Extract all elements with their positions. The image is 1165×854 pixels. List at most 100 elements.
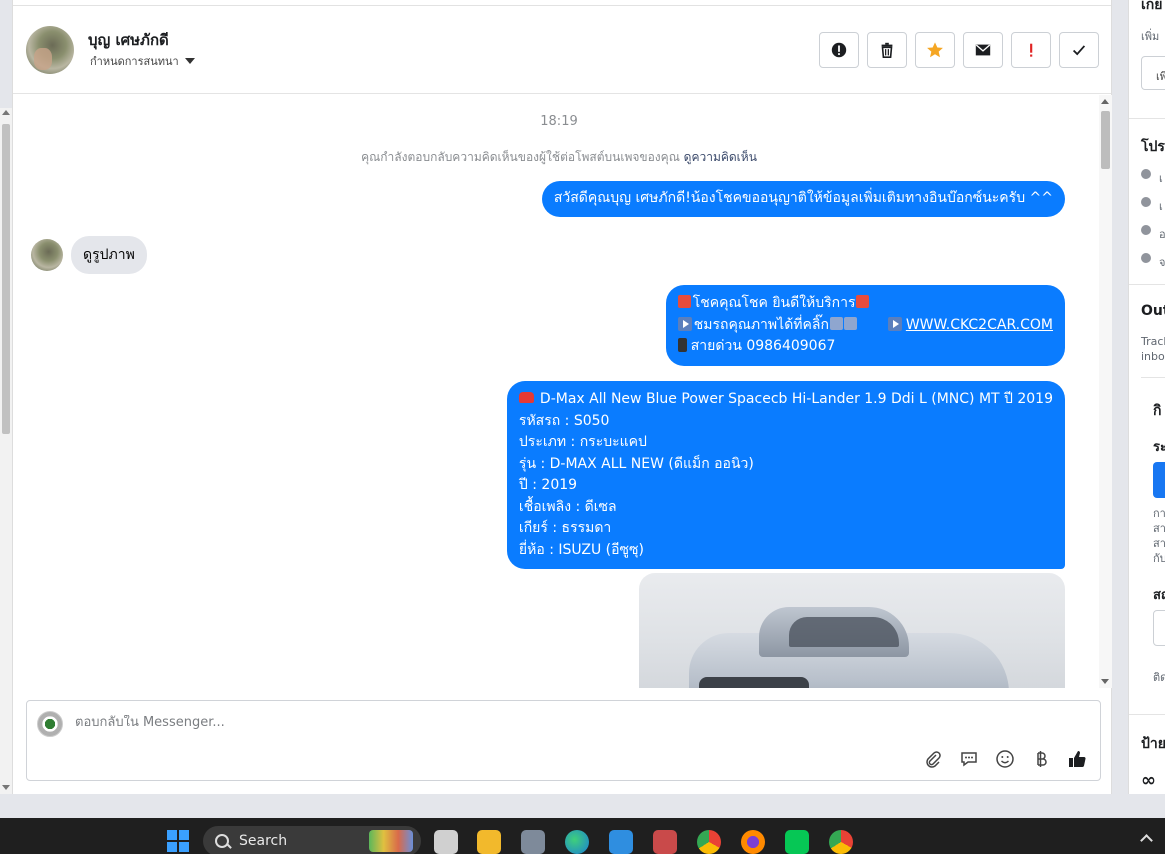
message-list[interactable]: 18:19 คุณกำลังตอบกลับความคิดเห็นของผู้ใช…: [13, 95, 1099, 688]
taskbar: Search: [0, 818, 1165, 854]
store-icon[interactable]: [609, 830, 633, 854]
calculator-icon[interactable]: [521, 830, 545, 854]
view-comment-link[interactable]: ดูความคิดเห็น: [684, 150, 757, 164]
page-scrollbar[interactable]: [0, 108, 12, 794]
assign-conversation-dropdown[interactable]: กำหนดการสนทนา: [90, 52, 195, 70]
chevron-up-icon[interactable]: [1140, 834, 1153, 847]
car-fuel: เชื้อเพลิง : ดีเซล: [518, 498, 617, 515]
star-icon: [927, 42, 943, 58]
conversation-header: บุญ เศษภักดี กำหนดการสนทนา: [13, 6, 1111, 94]
add-field-button[interactable]: เพิ: [1141, 56, 1165, 90]
status-hint: ติด: [1153, 671, 1165, 684]
like-button[interactable]: [1066, 748, 1088, 770]
message-text: ดูรูปภาพ: [83, 247, 135, 263]
website-link[interactable]: WWW.CKC2CAR.COM: [906, 317, 1053, 333]
screen: บุญ เศษภักดี กำหนดการสนทนา 18:19 คุณกำลั…: [0, 0, 1165, 854]
attach-button[interactable]: [922, 748, 944, 770]
chrome-icon[interactable]: [697, 830, 721, 854]
panel-heading: เกย: [1141, 0, 1163, 13]
stage-button[interactable]: [1153, 462, 1165, 498]
graduation-cap-icon: [1141, 197, 1151, 207]
scroll-up-arrow[interactable]: [1101, 99, 1109, 104]
edge-icon[interactable]: [565, 830, 589, 854]
message-composer: [26, 700, 1101, 781]
payment-button[interactable]: [1030, 748, 1052, 770]
outcomes-hint: Track: [1141, 335, 1165, 348]
car-title: D-Max All New Blue Power Spacecb Hi-Land…: [539, 391, 1053, 407]
outgoing-message: D-Max All New Blue Power Spacecb Hi-Land…: [506, 381, 1065, 569]
divider: [1141, 377, 1165, 378]
divider: [1129, 714, 1165, 715]
reply-input[interactable]: [75, 715, 975, 730]
mark-spam-button[interactable]: [819, 32, 859, 68]
down-arrow-emoji-icon: [829, 316, 843, 330]
reply-context-notice: คุณกำลังตอบกลับความคิดเห็นของผู้ใช้ต่อโพ…: [13, 148, 1099, 167]
scroll-down-arrow[interactable]: [1101, 679, 1109, 684]
envelope-icon: [975, 44, 991, 56]
profile-row: เ: [1159, 200, 1163, 213]
labels-heading: ป้าย: [1141, 736, 1165, 752]
promo-click-text: ชมรถคุณภาพได้ที่คลิ๊ก: [693, 316, 829, 333]
car-grill: [699, 677, 809, 688]
conversation-panel: บุญ เศษภักดี กำหนดการสนทนา 18:19 คุณกำลั…: [12, 0, 1112, 794]
incoming-message[interactable]: ดูรูปภาพ: [71, 236, 147, 274]
profile-row: จ: [1159, 256, 1165, 269]
status-heading: สถ: [1153, 588, 1165, 603]
firefox-icon[interactable]: [741, 830, 765, 854]
stage-heading: ระ: [1153, 440, 1165, 455]
saved-replies-button[interactable]: [958, 748, 980, 770]
chrome-profile-icon[interactable]: [829, 830, 853, 854]
scroll-thumb[interactable]: [1101, 111, 1110, 169]
promo-line-1: โชคคุณโชค ยินดีให้บริการ: [677, 293, 1053, 315]
car-code: รหัสรถ : S050: [518, 412, 610, 429]
star-button[interactable]: [915, 32, 955, 68]
follow-up-button[interactable]: [1011, 32, 1051, 68]
scroll-thumb[interactable]: [2, 124, 10, 434]
car-window: [789, 617, 899, 647]
user-avatar[interactable]: [26, 26, 74, 74]
sender-avatar[interactable]: [31, 239, 63, 271]
chat-scrollbar[interactable]: [1099, 95, 1112, 688]
snipping-icon[interactable]: [653, 830, 677, 854]
user-name[interactable]: บุญ เศษภักดี: [88, 28, 169, 52]
play-emoji-icon: [887, 316, 902, 331]
car-type: ประเภท : กระบะแคป: [518, 434, 647, 450]
car-title-line: D-Max All New Blue Power Spacecb Hi-Land…: [518, 389, 1053, 411]
car-year: ปี : 2019: [518, 477, 578, 493]
message-text: สวัสดีคุณบุญ เศษภักดี!น้องโชคขออนุญาติให…: [553, 190, 1053, 206]
emoji-button[interactable]: [994, 748, 1016, 770]
profile-row: อ: [1159, 228, 1165, 241]
location-pin-icon: [1141, 253, 1151, 263]
chevron-down-icon: [184, 58, 195, 64]
phone-emoji-icon: [677, 338, 687, 352]
scroll-down-arrow[interactable]: [2, 785, 10, 790]
delete-button[interactable]: [867, 32, 907, 68]
status-select[interactable]: [1153, 610, 1165, 646]
scroll-up-arrow[interactable]: [2, 110, 10, 115]
siren-emoji-icon: [677, 295, 691, 308]
check-icon: [1072, 45, 1086, 56]
clock-icon: [1141, 169, 1151, 179]
folder-icon[interactable]: [477, 830, 501, 854]
emoji-icon: [996, 750, 1014, 768]
taskbar-search[interactable]: Search: [203, 826, 421, 854]
mark-done-button[interactable]: [1059, 32, 1099, 68]
car-gear: เกียร์ : ธรรมดา: [518, 520, 612, 536]
windows-start-icon[interactable]: [167, 830, 189, 852]
chat-bubble-icon: [961, 752, 977, 767]
car-photo-attachment[interactable]: [639, 573, 1065, 688]
mark-unread-button[interactable]: [963, 32, 1003, 68]
promo-line-2: ชมรถคุณภาพได้ที่คลิ๊ก WWW.CKC2CAR.COM: [677, 315, 1053, 337]
activity-heading: กิ: [1153, 403, 1162, 419]
page-avatar: [37, 711, 63, 737]
outcomes-heading: Out: [1141, 303, 1165, 319]
down-arrow-emoji-icon: [843, 316, 857, 330]
play-emoji-icon: [677, 316, 692, 331]
outcomes-hint: inbo: [1141, 350, 1165, 363]
promo-greeting: โชคคุณโชค ยินดีให้บริการ: [692, 295, 856, 311]
baht-icon: [1037, 751, 1047, 767]
file-explorer-icon[interactable]: [434, 830, 458, 854]
contact-details-panel: เกย เพิ่ม เพิ โปร เ เ อ จ Out Track inbo…: [1128, 0, 1165, 794]
line-icon[interactable]: [785, 830, 809, 854]
composer-tools: [922, 748, 1088, 770]
